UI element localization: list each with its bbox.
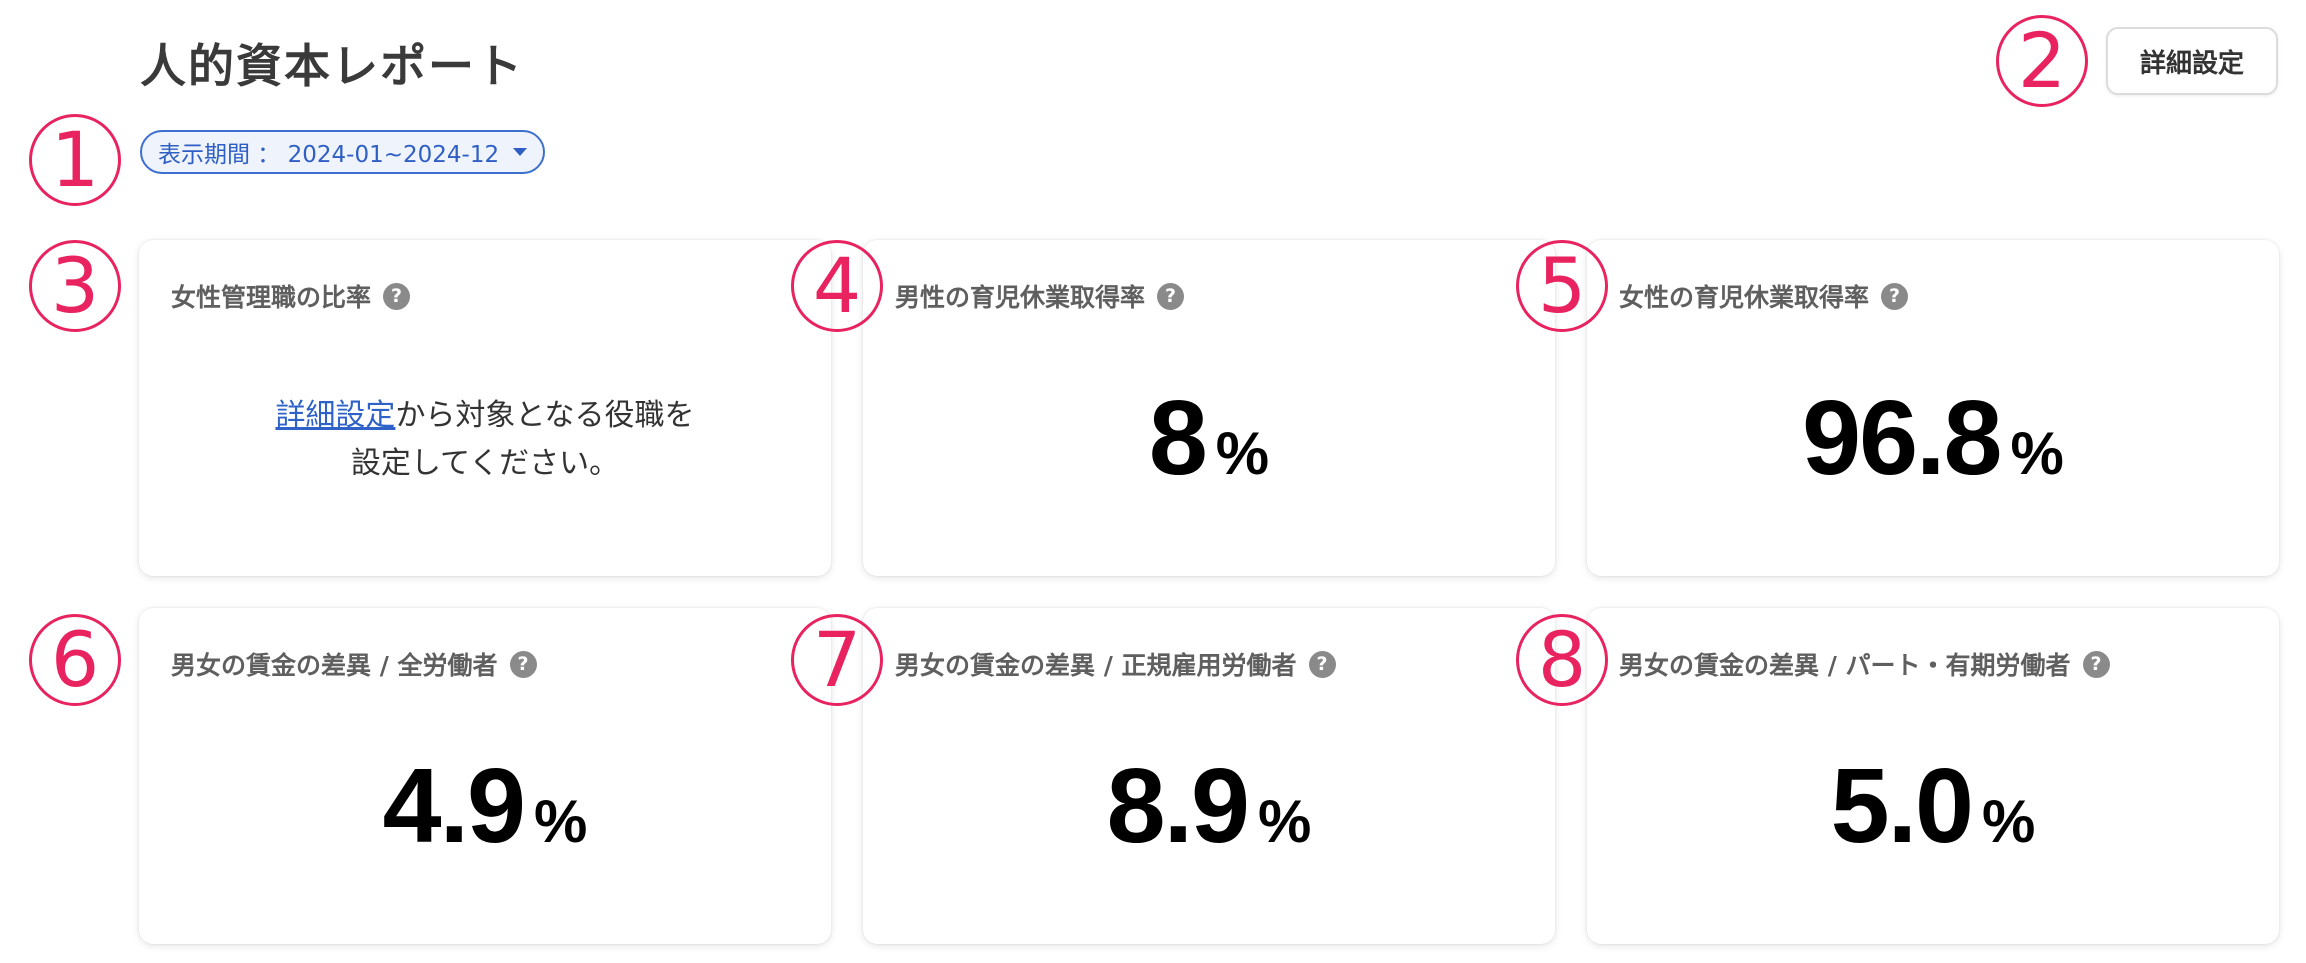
metric-unit: % <box>534 788 588 855</box>
annotation-marker-5: 5 <box>1516 240 1608 332</box>
card-male-childcare-leave: 男性の育児休業取得率 ? 8% <box>863 240 1555 576</box>
question-circle-icon[interactable]: ? <box>509 650 537 678</box>
question-circle-icon[interactable]: ? <box>1157 282 1185 310</box>
card-female-childcare-leave: 女性の育児休業取得率 ? 96.8% <box>1587 240 2279 576</box>
annotation-marker-1: 1 <box>29 114 121 206</box>
metric-value: 96.8% <box>1587 378 2279 499</box>
annotation-marker-3: 3 <box>29 240 121 332</box>
metric-unit: % <box>1982 788 2036 855</box>
card-label-text: 女性管理職の比率 <box>171 283 372 312</box>
metric-value: 8.9% <box>863 746 1555 867</box>
card-label: 男女の賃金の差異 / 正規雇用労働者 ? <box>895 646 1336 682</box>
metric-number: 8 <box>1148 379 1208 497</box>
metric-unit: % <box>2010 420 2064 487</box>
metric-value: 5.0% <box>1587 746 2279 867</box>
metric-number: 8.9 <box>1106 747 1250 865</box>
card-label: 男性の育児休業取得率 ? <box>895 278 1185 314</box>
annotation-marker-4: 4 <box>791 240 883 332</box>
metric-unit: % <box>1215 420 1270 487</box>
period-filter-dropdown[interactable]: 表示期間 ： 2024-01~2024-12 <box>140 130 546 174</box>
card-label: 女性管理職の比率 ? <box>171 278 411 314</box>
notice-text-1: から対象となる役職を <box>395 398 695 433</box>
question-circle-icon[interactable]: ? <box>2082 650 2110 678</box>
settings-button[interactable]: 詳細設定 <box>2106 27 2278 95</box>
question-circle-icon[interactable]: ? <box>1308 650 1336 678</box>
annotation-marker-2: 2 <box>1996 15 2088 107</box>
settings-link[interactable]: 詳細設定 <box>275 398 395 433</box>
annotation-marker-6: 6 <box>29 614 121 706</box>
metric-value: 4.9% <box>139 746 831 867</box>
annotation-marker-7: 7 <box>791 614 883 706</box>
question-circle-icon[interactable]: ? <box>1881 282 1909 310</box>
card-label-text: 男女の賃金の差異 / 全労働者 <box>171 651 498 680</box>
card-label-text: 男女の賃金の差異 / 正規雇用労働者 <box>895 651 1297 680</box>
question-circle-icon[interactable]: ? <box>383 282 411 310</box>
metric-unit: % <box>1258 788 1312 855</box>
card-label: 男女の賃金の差異 / パート・有期労働者 ? <box>1619 646 2110 682</box>
card-label: 男女の賃金の差異 / 全労働者 ? <box>171 646 537 682</box>
card-label: 女性の育児休業取得率 ? <box>1619 278 1909 314</box>
card-label-text: 男性の育児休業取得率 <box>895 283 1146 312</box>
metric-number: 96.8 <box>1802 379 2002 497</box>
card-wage-gap-regular: 男女の賃金の差異 / 正規雇用労働者 ? 8.9% <box>863 608 1555 944</box>
card-female-manager-ratio: 女性管理職の比率 ? 詳細設定から対象となる役職を 設定してください。 <box>139 240 831 576</box>
card-wage-gap-part-time: 男女の賃金の差異 / パート・有期労働者 ? 5.0% <box>1587 608 2279 944</box>
page-title: 人的資本レポート <box>140 39 524 93</box>
annotation-marker-8: 8 <box>1516 614 1608 706</box>
period-filter-label: 表示期間 ： 2024-01~2024-12 <box>158 142 500 168</box>
metric-value: 8% <box>863 378 1555 499</box>
card-label-text: 女性の育児休業取得率 <box>1619 283 1870 312</box>
setup-notice: 詳細設定から対象となる役職を 設定してください。 <box>139 392 831 488</box>
card-wage-gap-all: 男女の賃金の差異 / 全労働者 ? 4.9% <box>139 608 831 944</box>
notice-text-2: 設定してください。 <box>350 446 620 481</box>
metric-number: 4.9 <box>382 747 526 865</box>
metric-number: 5.0 <box>1830 747 1974 865</box>
caret-down-icon <box>513 148 528 156</box>
card-label-text: 男女の賃金の差異 / パート・有期労働者 <box>1619 651 2071 680</box>
